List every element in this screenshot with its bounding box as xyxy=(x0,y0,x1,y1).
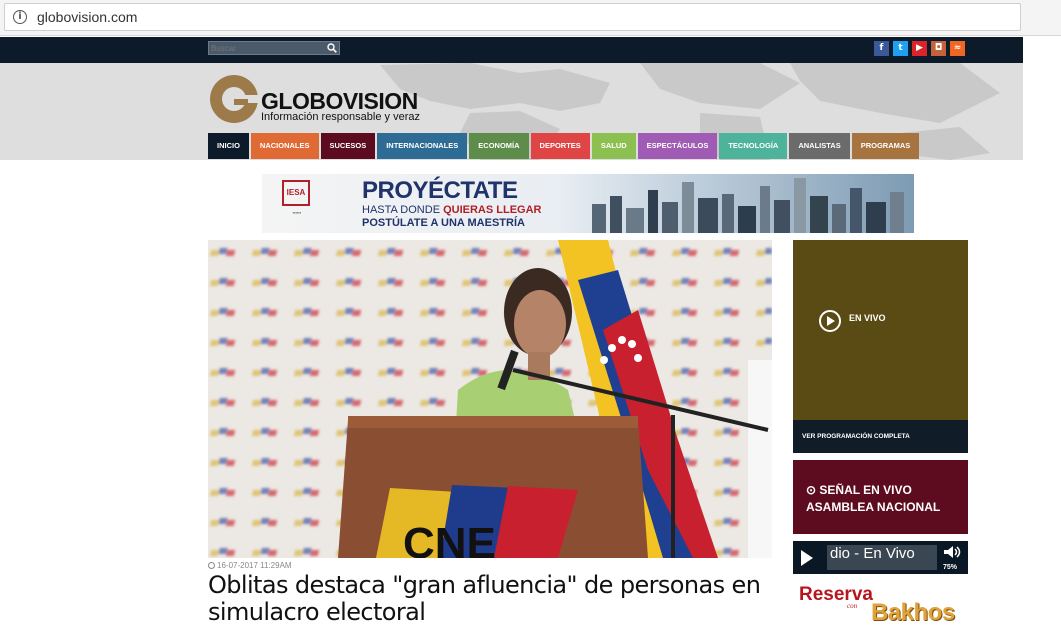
podium-text: CNE xyxy=(403,519,496,558)
nav-item-nacionales[interactable]: NACIONALES xyxy=(250,133,319,159)
live-label: EN VIVO xyxy=(849,313,886,323)
instagram-icon[interactable]: ◘ xyxy=(931,41,946,56)
article-headline[interactable]: Oblitas destaca "gran afluencia" de pers… xyxy=(208,572,778,626)
url-text[interactable]: globovision.com xyxy=(37,9,137,25)
radio-player: dio - En Vivo 75% xyxy=(793,541,968,574)
site-logo[interactable]: GLOBOVISION Información responsable y ve… xyxy=(208,73,438,133)
schedule-link-text: VER PROGRAMACIÓN COMPLETA xyxy=(802,433,910,440)
logo-name: GLOBOVISION xyxy=(261,88,418,114)
player-play-icon[interactable] xyxy=(801,550,813,566)
nav-item-sucesos[interactable]: SUCESOS xyxy=(320,133,376,159)
volume-percent: 75% xyxy=(943,564,958,571)
site-top-bar: ft ▶ ◘ ≈ xyxy=(0,37,1023,63)
search-icon[interactable] xyxy=(327,43,337,53)
globovision-logo-icon xyxy=(210,75,260,123)
ad-text-bakhos: Bakhos xyxy=(871,599,955,626)
twitter-icon[interactable]: t xyxy=(893,41,908,56)
nav-item-analistas[interactable]: ANALISTAS xyxy=(789,133,850,159)
nav-item-espectáculos[interactable]: ESPECTÁCULOS xyxy=(637,133,718,159)
banner-subtitle: HASTA DONDE QUIERAS LLEGAR xyxy=(362,204,542,216)
city-skyline-image xyxy=(592,178,904,233)
bakhos-ad[interactable]: Reserva con Bakhos xyxy=(793,581,968,628)
url-field[interactable]: i globovision.com xyxy=(4,3,1021,31)
nav-item-programas[interactable]: PROGRAMAS xyxy=(851,133,920,159)
press-conference-photo: CNE xyxy=(208,240,772,558)
browser-address-bar: i globovision.com xyxy=(0,0,1061,36)
nav-item-economía[interactable]: ECONOMÍA xyxy=(469,133,529,159)
player-title: dio - En Vivo xyxy=(827,545,937,570)
nav-item-salud[interactable]: SALUD xyxy=(591,133,636,159)
asamblea-live-button[interactable]: ⊙ SEÑAL EN VIVO ASAMBLEA NACIONAL xyxy=(793,460,968,534)
asamblea-live-text: ⊙ SEÑAL EN VIVO ASAMBLEA NACIONAL xyxy=(806,483,941,514)
ad-text-con: con xyxy=(847,602,858,610)
iesa-small-text: ▪▪▪▪▪▪ xyxy=(292,210,302,215)
banner-cta: POSTÚLATE A UNA MAESTRÍA xyxy=(362,217,525,229)
info-icon[interactable]: i xyxy=(13,10,27,24)
article-date: 16-07-2017 11:29AM xyxy=(208,561,292,571)
ad-text-reserva: Reserva xyxy=(799,584,873,605)
live-tv-widget[interactable]: EN VIVO VER PROGRAMACIÓN COMPLETA xyxy=(793,240,968,453)
nav-item-deportes[interactable]: DEPORTES xyxy=(530,133,590,159)
search-box[interactable] xyxy=(208,41,340,55)
iesa-badge: IESA xyxy=(282,180,310,206)
banner-ad[interactable]: IESA ▪▪▪▪▪▪ PROYÉCTATE HASTA DONDE QUIER… xyxy=(262,174,914,233)
nav-item-inicio[interactable]: INICIO xyxy=(208,133,249,159)
iesa-logo: IESA ▪▪▪▪▪▪ xyxy=(274,178,320,228)
article-date-text: 16-07-2017 11:29AM xyxy=(217,561,292,570)
logo-tagline: Información responsable y veraz xyxy=(261,111,420,123)
play-circle-icon[interactable] xyxy=(819,310,841,332)
site-header: GLOBOVISION Información responsable y ve… xyxy=(0,63,1023,160)
volume-icon[interactable] xyxy=(943,545,961,559)
main-nav: INICIO NACIONALES SUCESOS INTERNACIONALES EC… xyxy=(208,133,921,159)
rss-icon[interactable]: ≈ xyxy=(950,41,965,56)
facebook-icon[interactable]: f xyxy=(874,41,889,56)
schedule-link[interactable]: VER PROGRAMACIÓN COMPLETA xyxy=(793,420,968,453)
clock-icon xyxy=(208,562,215,569)
search-input[interactable] xyxy=(211,42,321,54)
youtube-icon[interactable]: ▶ xyxy=(912,41,927,56)
article-hero-image[interactable]: CNE xyxy=(208,240,772,558)
nav-item-tecnología[interactable]: TECNOLOGÍA xyxy=(719,133,788,159)
nav-item-internacionales[interactable]: INTERNACIONALES xyxy=(377,133,468,159)
banner-title: PROYÉCTATE xyxy=(362,177,518,204)
